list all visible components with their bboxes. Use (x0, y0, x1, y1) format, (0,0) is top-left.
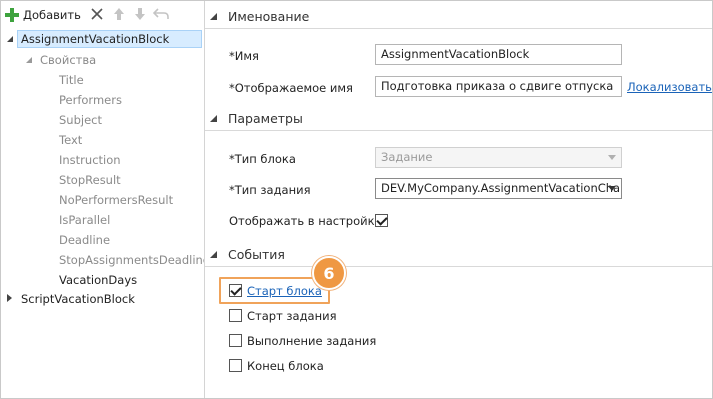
event-checkbox-block-end[interactable] (229, 359, 242, 372)
tree-item-property[interactable]: Performers (59, 91, 122, 109)
add-button-label: Добавить (23, 8, 81, 22)
section-title: Именование (228, 9, 310, 24)
collapsed-arrow-icon[interactable] (5, 294, 13, 302)
display-name-input[interactable]: Подготовка приказа о сдвиге отпуска (375, 76, 622, 97)
event-label-task-start: Старт задания (247, 309, 337, 323)
properties-form: Именование *Имя AssignmentVacationBlock … (205, 1, 712, 398)
tree-item-property[interactable]: Instruction (59, 151, 121, 169)
section-title: Параметры (228, 111, 303, 126)
arrow-up-icon (114, 8, 124, 20)
task-type-label: *Тип задания (229, 183, 311, 197)
close-icon (91, 8, 103, 20)
section-collapse-icon (210, 251, 217, 258)
arrow-down-icon (135, 8, 145, 20)
show-in-settings-checkbox[interactable] (375, 214, 388, 227)
block-type-label: *Тип блока (229, 152, 296, 166)
tree-item-property-vacation-days[interactable]: VacationDays (59, 271, 137, 289)
tree-item-property[interactable]: NoPerformersResult (59, 191, 173, 209)
tree-item-properties[interactable]: Свойства (40, 51, 96, 69)
tree-item-assignment-vacation-block[interactable]: AssignmentVacationBlock (17, 30, 202, 48)
section-naming[interactable]: Именование (205, 5, 712, 29)
section-divider (205, 266, 712, 267)
section-title: События (228, 247, 285, 262)
section-collapse-icon (210, 13, 217, 20)
undo-button[interactable] (153, 6, 169, 22)
chevron-down-icon (608, 186, 616, 191)
section-params[interactable]: Параметры (205, 107, 712, 131)
block-type-value: Задание (381, 150, 433, 164)
event-checkbox-task-start[interactable] (229, 309, 242, 322)
event-label-block-end: Конец блока (247, 359, 324, 373)
move-down-button[interactable] (132, 6, 148, 22)
tree-item-property[interactable]: Subject (59, 111, 102, 129)
tree-item-property[interactable]: Title (59, 71, 84, 89)
chevron-down-icon (608, 155, 616, 160)
tree-toolbar: Добавить (1, 1, 204, 27)
tree-item-property[interactable]: StopAssignmentsDeadline (59, 251, 210, 269)
event-label-block-start[interactable]: Старт блока (247, 284, 322, 298)
event-checkbox-block-start[interactable] (229, 284, 242, 297)
event-label-task-complete: Выполнение задания (247, 334, 377, 348)
task-type-value: DEV.MyCompany.AssignmentVacationCha (381, 181, 621, 195)
tree-item-property[interactable]: Text (59, 131, 82, 149)
display-name-label: *Отображаемое имя (229, 81, 353, 95)
localize-link[interactable]: Локализовать (627, 80, 712, 94)
undo-icon (153, 8, 169, 19)
expanded-arrow-icon[interactable] (25, 56, 33, 64)
show-in-settings-label: Отображать в настройках (229, 214, 389, 228)
add-button[interactable]: Добавить (5, 6, 81, 24)
task-type-select[interactable]: DEV.MyCompany.AssignmentVacationCha (375, 178, 622, 199)
tree-item-script-vacation-block[interactable]: ScriptVacationBlock (21, 290, 135, 308)
plus-icon (5, 8, 19, 22)
name-input[interactable]: AssignmentVacationBlock (375, 44, 622, 65)
tree-panel: Добавить AssignmentVacationBlock Свойств… (1, 1, 210, 398)
block-type-select[interactable]: Задание (375, 147, 622, 168)
section-divider (205, 130, 712, 131)
expanded-arrow-icon[interactable] (6, 35, 14, 43)
tree-item-property[interactable]: Deadline (59, 231, 110, 249)
name-label: *Имя (229, 49, 259, 63)
section-events[interactable]: События (205, 243, 712, 267)
tree-item-property[interactable]: IsParallel (59, 211, 110, 229)
section-divider (205, 28, 712, 29)
delete-button[interactable] (89, 6, 105, 22)
event-checkbox-task-complete[interactable] (229, 334, 242, 347)
section-collapse-icon (210, 115, 217, 122)
move-up-button[interactable] (111, 6, 127, 22)
tree-item-property[interactable]: StopResult (59, 171, 121, 189)
